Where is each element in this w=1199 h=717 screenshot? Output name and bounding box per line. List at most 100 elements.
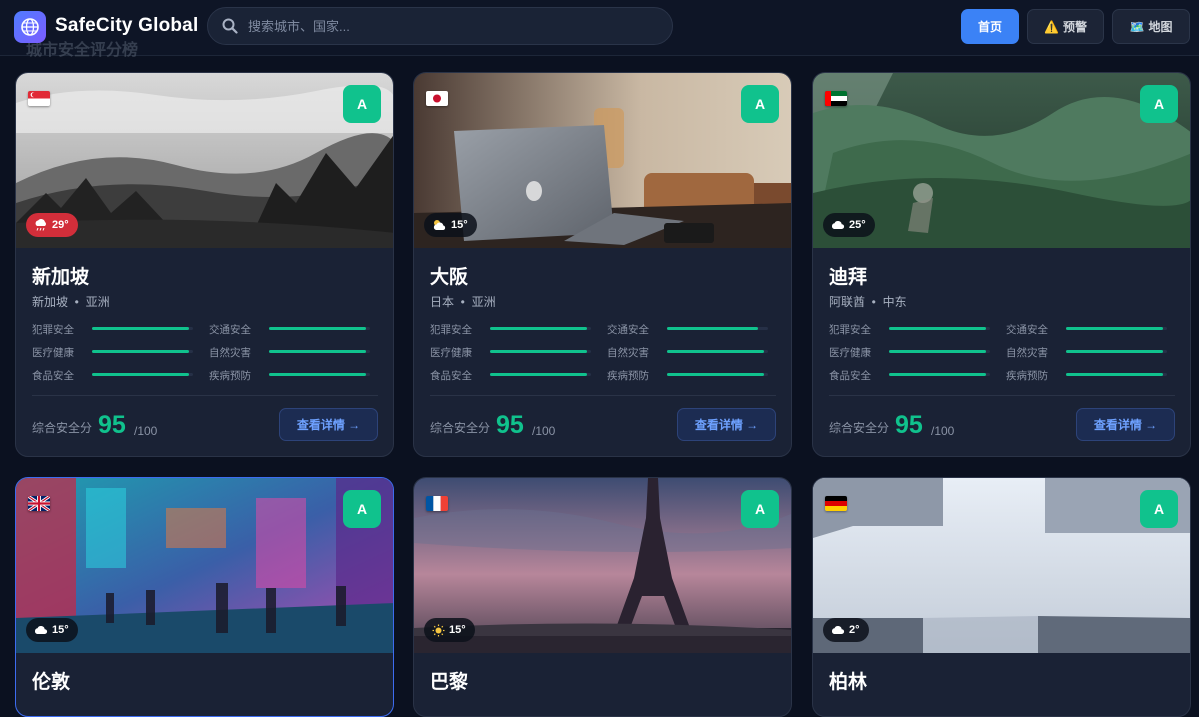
metric-label: 疾病预防 <box>607 370 649 382</box>
cloud-icon <box>34 625 48 634</box>
temperature: 25° <box>849 219 866 231</box>
map-icon: 🗺️ <box>1129 19 1145 34</box>
safety-grade-badge: A <box>741 490 779 528</box>
metric-progress-bar <box>92 373 193 376</box>
metric-progress-fill <box>667 373 764 376</box>
temperature: 15° <box>52 624 69 636</box>
metric-progress-bar <box>269 350 370 353</box>
metric-progress-fill <box>269 373 366 376</box>
metric-progress-fill <box>667 327 758 330</box>
metric-progress-fill <box>1066 350 1163 353</box>
metric-progress-fill <box>490 327 587 330</box>
metric-progress-fill <box>1066 373 1163 376</box>
nav-alerts-button[interactable]: ⚠️ 预警 <box>1027 9 1104 44</box>
nav-home-button[interactable]: 首页 <box>961 9 1019 44</box>
temperature: 2° <box>849 624 860 636</box>
top-navbar: 城市安全评分榜 SafeCity Global 首页 ⚠️ 预警 🗺️ 地图 <box>0 0 1199 59</box>
metric-progress-bar <box>490 327 591 330</box>
metric-label: 食品安全 <box>829 370 871 382</box>
metric-progress-bar <box>490 350 591 353</box>
metric-row: 食品安全 <box>829 368 991 382</box>
metric-label: 交通安全 <box>607 324 649 336</box>
metric-row: 食品安全 <box>32 368 194 382</box>
view-details-button[interactable]: 查看详情 → <box>279 408 378 441</box>
metric-progress-bar <box>1066 350 1167 353</box>
metric-progress-bar <box>889 373 990 376</box>
metric-progress-fill <box>269 350 366 353</box>
metric-row: 犯罪安全 <box>829 322 991 336</box>
metric-progress-fill <box>92 327 189 330</box>
continent-name: 亚洲 <box>471 295 496 309</box>
metric-label: 自然灾害 <box>607 347 649 359</box>
score-max: /100 <box>931 424 955 438</box>
metric-progress-bar <box>889 327 990 330</box>
country-name: 阿联酋 <box>829 295 866 309</box>
weather-badge: 15° <box>424 618 475 642</box>
score-label: 综合安全分 <box>32 421 93 435</box>
metric-progress-bar <box>269 327 370 330</box>
score-label: 综合安全分 <box>829 421 890 435</box>
city-card-dubai[interactable]: A 25° 迪拜 阿联酋 • 中东 犯罪安全 交通安全 医疗健康 自然灾害 食品安全 疾病… <box>812 72 1191 457</box>
partly-cloudy-icon <box>433 220 446 230</box>
metric-row: 自然灾害 <box>1006 345 1168 359</box>
city-card-singapore[interactable]: A 29° 新加坡 新加坡 • 亚洲 犯罪安全 交通安全 医疗健康 自然灾害 食品安全 疾… <box>15 72 394 457</box>
view-details-button[interactable]: 查看详情 → <box>1076 408 1175 441</box>
temperature: 29° <box>52 219 69 231</box>
metric-label: 医疗健康 <box>829 347 871 359</box>
app-title[interactable]: SafeCity Global <box>55 15 198 37</box>
france-flag-icon <box>426 496 448 511</box>
divider <box>829 395 1175 396</box>
metric-progress-fill <box>269 327 366 330</box>
globe-logo-icon[interactable] <box>14 11 46 43</box>
city-region: 日本 • 亚洲 <box>430 295 496 309</box>
score-max: /100 <box>134 424 158 438</box>
city-card-paris[interactable]: A 15° 巴黎 <box>413 477 792 717</box>
metric-row: 疾病预防 <box>1006 368 1168 382</box>
nav-map-button[interactable]: 🗺️ 地图 <box>1112 9 1190 44</box>
metric-row: 交通安全 <box>1006 322 1168 336</box>
metric-label: 交通安全 <box>209 324 251 336</box>
metric-label: 犯罪安全 <box>829 324 871 336</box>
search-bar[interactable] <box>207 7 673 45</box>
safety-grade-badge: A <box>1140 490 1178 528</box>
nav-home-label: 首页 <box>977 20 1002 34</box>
metric-progress-fill <box>889 373 986 376</box>
divider <box>430 395 776 396</box>
view-details-button[interactable]: 查看详情 → <box>677 408 776 441</box>
uk-flag-icon <box>28 496 50 511</box>
continent-name: 亚洲 <box>85 295 110 309</box>
metric-label: 疾病预防 <box>209 370 251 382</box>
metric-progress-bar <box>889 350 990 353</box>
metric-row: 医疗健康 <box>32 345 194 359</box>
metric-row: 医疗健康 <box>829 345 991 359</box>
metric-progress-fill <box>490 373 587 376</box>
safety-score: 95 <box>496 411 524 439</box>
continent-name: 中东 <box>882 295 907 309</box>
search-input[interactable] <box>248 8 658 44</box>
weather-badge: 29° <box>26 213 78 237</box>
city-card-london[interactable]: A 15° 伦敦 <box>15 477 394 717</box>
safety-grade-badge: A <box>1140 85 1178 123</box>
metric-label: 犯罪安全 <box>32 324 74 336</box>
metric-progress-fill <box>889 350 986 353</box>
weather-badge: 15° <box>26 618 78 642</box>
sun-icon <box>432 624 445 636</box>
metric-label: 自然灾害 <box>209 347 251 359</box>
metric-label: 食品安全 <box>32 370 74 382</box>
safety-score: 95 <box>895 411 923 439</box>
metric-progress-bar <box>490 373 591 376</box>
city-name: 迪拜 <box>829 267 868 288</box>
city-name: 大阪 <box>430 267 469 288</box>
metric-label: 食品安全 <box>430 370 472 382</box>
city-card-berlin[interactable]: A 2° 柏林 <box>812 477 1191 717</box>
weather-badge: 15° <box>424 213 477 237</box>
singapore-flag-icon <box>28 91 50 106</box>
metric-label: 疾病预防 <box>1006 370 1048 382</box>
score-label: 综合安全分 <box>430 421 491 435</box>
metric-row: 犯罪安全 <box>430 322 592 336</box>
nav-map-label: 地图 <box>1148 20 1173 34</box>
metric-progress-bar <box>1066 373 1167 376</box>
metric-progress-fill <box>667 350 764 353</box>
weather-badge: 25° <box>823 213 875 237</box>
city-card-osaka[interactable]: A 15° 大阪 日本 • 亚洲 犯罪安全 交通安全 医疗健康 自然灾害 食品安全 疾病预… <box>413 72 792 457</box>
